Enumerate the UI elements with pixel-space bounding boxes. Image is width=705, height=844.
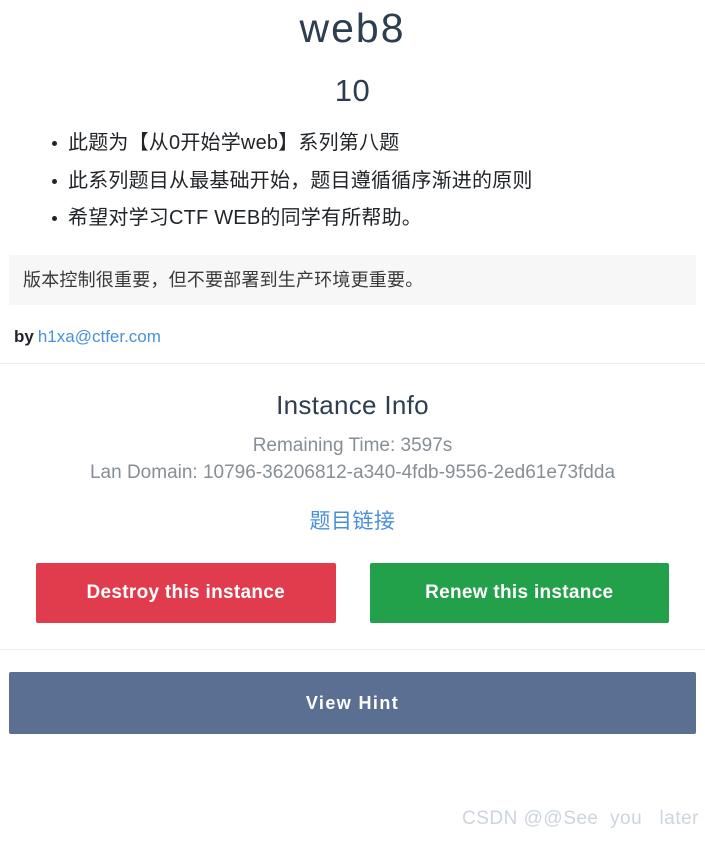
challenge-description-list: 此题为【从0开始学web】系列第八题 此系列题目从最基础开始，题目遵循循序渐进的… [0,130,705,233]
challenge-page: web8 10 此题为【从0开始学web】系列第八题 此系列题目从最基础开始，题… [0,8,705,734]
challenge-alert-box: 版本控制很重要，但不要部署到生产环境更重要。 [9,254,696,305]
renew-instance-button[interactable]: Renew this instance [369,562,669,623]
hint-section: View Hint [0,650,705,734]
list-item: 希望对学习CTF WEB的同学有所帮助。 [52,205,705,233]
challenge-link-wrapper: 题目链接 [0,505,705,535]
instance-action-buttons: Destroy this instance Renew this instanc… [0,562,705,623]
instance-info-heading: Instance Info [276,389,429,420]
destroy-instance-button[interactable]: Destroy this instance [36,562,336,623]
challenge-link[interactable]: 题目链接 [310,510,396,533]
instance-info-details: Remaining Time: 3597s Lan Domain: 10796-… [0,433,705,487]
author-email-link[interactable]: h1xa@ctfer.com [38,327,161,346]
challenge-score: 10 [334,73,371,108]
divider-top [0,362,705,364]
csdn-watermark: CSDN @@See you later [462,808,699,829]
list-item: 此题为【从0开始学web】系列第八题 [52,130,705,158]
list-item: 此系列题目从最基础开始，题目遵循循序渐进的原则 [52,168,705,196]
remaining-time-text: Remaining Time: 3597s [252,434,453,456]
author-prefix-label: by [14,326,34,346]
author-credit: by h1xa@ctfer.com [14,327,705,347]
page-title: web8 [299,5,406,51]
view-hint-button[interactable]: View Hint [9,671,696,734]
lan-domain-text: Lan Domain: 10796-36206812-a340-4fdb-955… [89,461,616,483]
